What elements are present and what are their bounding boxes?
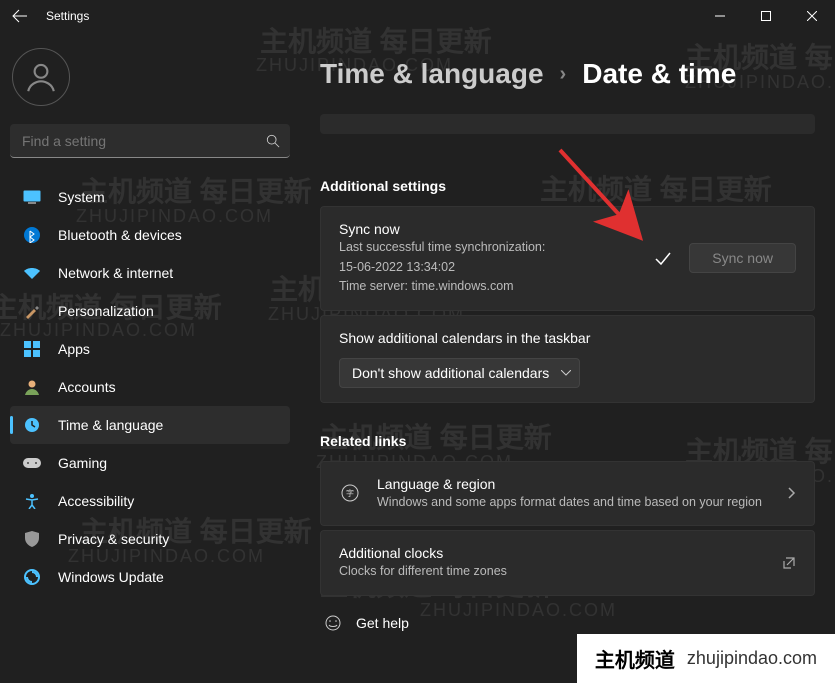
chevron-right-icon xyxy=(788,487,796,499)
sidebar-item-label: System xyxy=(58,189,105,205)
sidebar: System Bluetooth & devices Network & int… xyxy=(0,32,300,683)
watermark-badge: 主机频道 zhujipindao.com xyxy=(577,634,835,683)
breadcrumb-parent[interactable]: Time & language xyxy=(320,58,544,90)
section-heading-related: Related links xyxy=(320,433,815,449)
chevron-down-icon xyxy=(561,370,571,376)
sync-last-label: Last successful time synchronization: xyxy=(339,239,637,257)
minimize-button[interactable] xyxy=(697,0,743,32)
sidebar-item-network[interactable]: Network & internet xyxy=(10,254,290,292)
badge-domain: zhujipindao.com xyxy=(687,648,817,669)
window-title: Settings xyxy=(46,9,89,23)
clocks-title: Additional clocks xyxy=(339,545,766,561)
sidebar-item-accounts[interactable]: Accounts xyxy=(10,368,290,406)
help-label: Get help xyxy=(356,615,409,631)
calendars-select[interactable]: Don't show additional calendars xyxy=(339,358,580,388)
calendars-selected: Don't show additional calendars xyxy=(352,365,549,381)
titlebar: Settings xyxy=(0,0,835,32)
language-region-card[interactable]: 字 Language & region Windows and some app… xyxy=(320,461,815,527)
sidebar-item-system[interactable]: System xyxy=(10,178,290,216)
section-heading-additional: Additional settings xyxy=(320,178,815,194)
sidebar-item-label: Accessibility xyxy=(58,493,134,509)
breadcrumb-current: Date & time xyxy=(582,58,736,90)
sidebar-item-apps[interactable]: Apps xyxy=(10,330,290,368)
sidebar-item-personalization[interactable]: Personalization xyxy=(10,292,290,330)
gaming-icon xyxy=(22,453,42,473)
sidebar-item-gaming[interactable]: Gaming xyxy=(10,444,290,482)
additional-clocks-card[interactable]: Additional clocks Clocks for different t… xyxy=(320,530,815,596)
sidebar-item-privacy[interactable]: Privacy & security xyxy=(10,520,290,558)
sidebar-item-label: Accounts xyxy=(58,379,116,395)
sync-card: Sync now Last successful time synchroniz… xyxy=(320,206,815,311)
sync-last-value: 15-06-2022 13:34:02 xyxy=(339,259,637,277)
sidebar-item-accessibility[interactable]: Accessibility xyxy=(10,482,290,520)
calendars-title: Show additional calendars in the taskbar xyxy=(339,330,590,346)
sync-server: Time server: time.windows.com xyxy=(339,278,637,296)
shield-icon xyxy=(22,529,42,549)
language-sub: Windows and some apps format dates and t… xyxy=(377,494,772,512)
main-content: Time & language › Date & time Additional… xyxy=(300,32,835,683)
search-box[interactable] xyxy=(10,124,290,158)
checkmark-icon xyxy=(651,246,675,270)
collapsed-card xyxy=(320,114,815,134)
sidebar-item-label: Bluetooth & devices xyxy=(58,227,182,243)
clock-icon xyxy=(22,415,42,435)
calendars-card: Show additional calendars in the taskbar… xyxy=(320,315,815,403)
search-icon xyxy=(256,134,290,148)
sidebar-item-label: Network & internet xyxy=(58,265,173,281)
sidebar-item-label: Gaming xyxy=(58,455,107,471)
close-button[interactable] xyxy=(789,0,835,32)
external-link-icon xyxy=(782,556,796,570)
system-icon xyxy=(22,187,42,207)
bluetooth-icon xyxy=(22,225,42,245)
language-title: Language & region xyxy=(377,476,772,492)
svg-text:字: 字 xyxy=(346,488,354,498)
search-input[interactable] xyxy=(10,133,256,149)
help-icon xyxy=(324,614,342,632)
language-icon: 字 xyxy=(339,482,361,504)
avatar[interactable] xyxy=(12,48,70,106)
chevron-right-icon: › xyxy=(560,63,567,86)
back-button[interactable] xyxy=(8,4,32,28)
sync-title: Sync now xyxy=(339,221,637,237)
accessibility-icon xyxy=(22,491,42,511)
accounts-icon xyxy=(22,377,42,397)
badge-cn: 主机频道 xyxy=(595,644,675,673)
sidebar-item-label: Apps xyxy=(58,341,90,357)
maximize-button[interactable] xyxy=(743,0,789,32)
breadcrumb: Time & language › Date & time xyxy=(320,58,815,90)
sidebar-item-bluetooth[interactable]: Bluetooth & devices xyxy=(10,216,290,254)
apps-icon xyxy=(22,339,42,359)
nav-list: System Bluetooth & devices Network & int… xyxy=(10,178,290,596)
personalization-icon xyxy=(22,301,42,321)
sidebar-item-label: Personalization xyxy=(58,303,154,319)
update-icon xyxy=(22,567,42,587)
network-icon xyxy=(22,263,42,283)
sidebar-item-time-language[interactable]: Time & language xyxy=(10,406,290,444)
sync-now-button[interactable]: Sync now xyxy=(689,243,796,273)
get-help-link[interactable]: Get help xyxy=(320,614,815,632)
sidebar-item-windows-update[interactable]: Windows Update xyxy=(10,558,290,596)
clocks-sub: Clocks for different time zones xyxy=(339,563,766,581)
sidebar-item-label: Privacy & security xyxy=(58,531,169,547)
sidebar-item-label: Time & language xyxy=(58,417,163,433)
sidebar-item-label: Windows Update xyxy=(58,569,164,585)
